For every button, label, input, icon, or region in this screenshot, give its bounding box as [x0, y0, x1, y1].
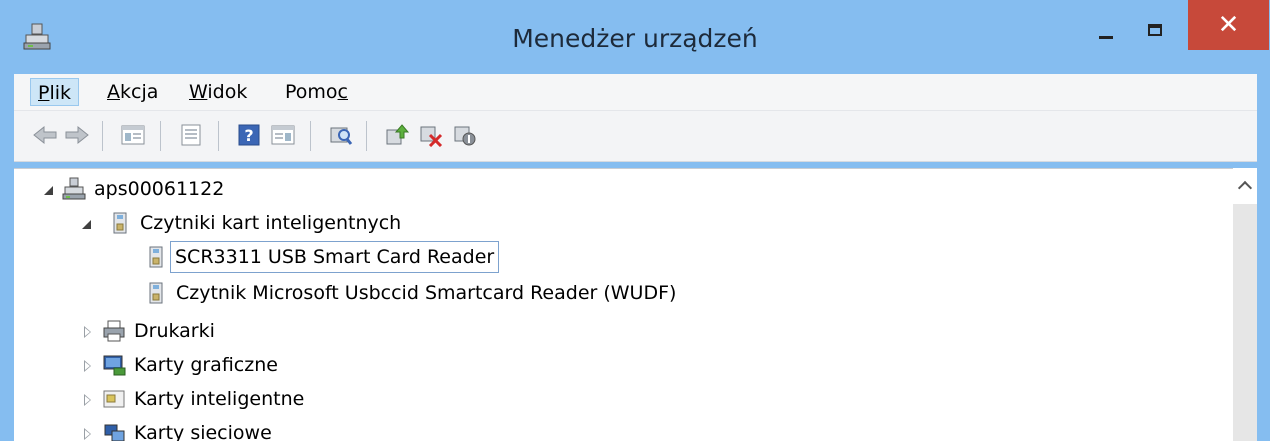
menu-pomoc[interactable]: Pomoc: [278, 78, 355, 106]
svg-text:?: ?: [244, 126, 253, 145]
toolbar: ?: [14, 111, 1257, 162]
toolbar-separator: [366, 121, 367, 151]
tree-item-microsoft-reader[interactable]: Czytnik Microsoft Usbccid Smartcard Read…: [14, 277, 814, 309]
tree-item-label: Karty inteligentne: [134, 388, 305, 410]
console-tree-icon[interactable]: [120, 123, 146, 147]
computer-icon: [62, 177, 86, 200]
tree-item-scr3311[interactable]: SCR3311 USB Smart Card Reader: [14, 241, 714, 273]
expand-arrow-icon[interactable]: [84, 360, 91, 372]
tree-item-label: Karty sieciowe: [134, 422, 272, 441]
device-manager-window: Menedżer urządzeń ✕ Plik Akcja Widok Pom…: [0, 0, 1270, 441]
properties-icon[interactable]: [178, 123, 204, 147]
smartcard-reader-icon: [149, 246, 163, 268]
tree-item-computer[interactable]: aps00061122: [14, 173, 714, 205]
toolbar-separator: [102, 121, 103, 151]
menu-plik[interactable]: Plik: [30, 78, 80, 106]
help-icon[interactable]: ?: [236, 123, 262, 147]
expand-arrow-icon[interactable]: [84, 394, 91, 406]
menu-akcja[interactable]: Akcja: [100, 78, 165, 106]
vertical-scrollbar[interactable]: [1233, 168, 1257, 441]
minimize-button[interactable]: [1092, 18, 1122, 48]
display-adapter-icon: [103, 355, 126, 376]
close-button[interactable]: ✕: [1188, 0, 1269, 50]
toolbar-separator: [310, 121, 311, 151]
toolbar-separator: [218, 121, 219, 151]
smartcard-reader-icon: [113, 212, 127, 234]
update-driver-icon[interactable]: [384, 123, 410, 147]
scroll-up-icon[interactable]: [1233, 168, 1257, 204]
tree-item-label: Czytniki kart inteligentnych: [140, 212, 402, 234]
tree-item-smartcard-readers[interactable]: Czytniki kart inteligentnych: [14, 207, 714, 239]
tree-item-printers[interactable]: Drukarki: [14, 315, 714, 347]
tree-item-label: Czytnik Microsoft Usbccid Smartcard Read…: [176, 282, 677, 304]
toolbar-separator: [160, 121, 161, 151]
network-adapter-icon: [104, 424, 125, 441]
disable-device-icon[interactable]: [452, 123, 478, 147]
uninstall-device-icon[interactable]: [418, 123, 444, 147]
scan-hardware-icon[interactable]: [328, 123, 354, 147]
back-arrow-icon[interactable]: [32, 123, 58, 147]
expand-arrow-icon[interactable]: [84, 428, 91, 440]
action-pane-icon[interactable]: [270, 123, 296, 147]
printer-icon: [103, 320, 125, 342]
collapse-arrow-icon[interactable]: [44, 186, 53, 195]
tree-item-label: Karty graficzne: [134, 354, 278, 376]
window-title: Menedżer urządzeń: [512, 24, 758, 53]
menu-widok[interactable]: Widok: [182, 78, 254, 106]
tree-item-smart-cards[interactable]: Karty inteligentne: [14, 383, 714, 415]
collapse-arrow-icon[interactable]: [82, 220, 91, 229]
tree-item-label: aps00061122: [94, 178, 225, 200]
expand-arrow-icon[interactable]: [84, 326, 91, 338]
title-bar[interactable]: Menedżer urządzeń ✕: [0, 0, 1270, 84]
menu-bar: Plik Akcja Widok Pomoc: [14, 74, 1257, 111]
tree-item-display-adapters[interactable]: Karty graficzne: [14, 349, 714, 381]
forward-arrow-icon[interactable]: [64, 123, 90, 147]
tree-item-label: SCR3311 USB Smart Card Reader: [170, 241, 500, 273]
tree-item-network-adapters[interactable]: Karty sieciowe: [14, 417, 714, 441]
tree-item-label: Drukarki: [134, 320, 215, 342]
window-frame: [1257, 74, 1270, 441]
smartcard-reader-icon: [149, 282, 163, 304]
maximize-button[interactable]: [1138, 18, 1172, 48]
device-tree: aps00061122 Czytniki kart inteligentnych…: [14, 168, 1233, 441]
smart-card-icon: [103, 390, 125, 408]
